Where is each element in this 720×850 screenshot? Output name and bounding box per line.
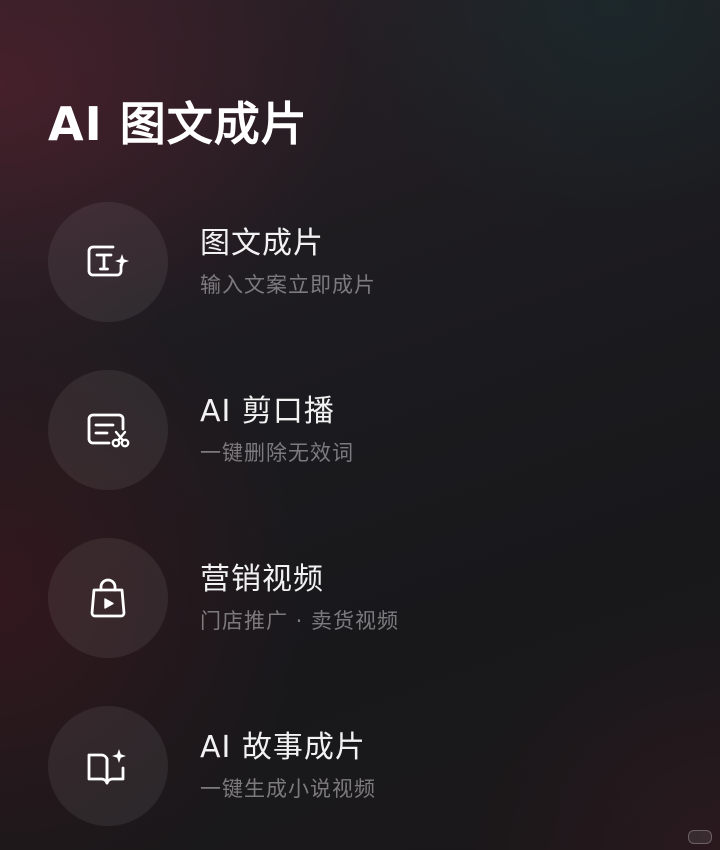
menu-item-subtitle: 输入文案立即成片 — [200, 273, 376, 297]
menu-item-text: AI 剪口播 一键删除无效词 — [200, 392, 354, 468]
menu-item-marketing-video[interactable]: 营销视频 门店推广 · 卖货视频 — [48, 538, 668, 658]
menu-item-ai-script-cut[interactable]: AI 剪口播 一键删除无效词 — [48, 370, 668, 490]
menu-item-text: 营销视频 门店推广 · 卖货视频 — [200, 560, 399, 636]
menu-item-subtitle: 一键删除无效词 — [200, 441, 354, 465]
icon-circle[interactable] — [48, 538, 168, 658]
shopping-bag-play-icon — [90, 578, 126, 618]
script-cut-icon — [87, 413, 130, 448]
menu-item-text-to-video[interactable]: 图文成片 输入文案立即成片 — [48, 202, 668, 322]
menu-item-text: 图文成片 输入文案立即成片 — [200, 224, 376, 300]
book-sparkle-icon — [87, 749, 126, 785]
icon-circle[interactable] — [48, 202, 168, 322]
menu-item-title: 图文成片 — [200, 226, 324, 261]
menu-item-subtitle: 门店推广 · 卖货视频 — [200, 609, 400, 633]
icon-circle[interactable] — [48, 370, 168, 490]
menu-item-title: AI 故事成片 — [200, 730, 366, 765]
watermark-badge — [688, 830, 712, 844]
page-title: AI 图文成片 — [48, 97, 308, 151]
menu-item-title: 营销视频 — [200, 562, 324, 597]
text-to-video-icon — [87, 245, 129, 277]
menu-item-text: AI 故事成片 一键生成小说视频 — [200, 728, 376, 804]
icon-circle[interactable] — [48, 706, 168, 826]
menu-item-title: AI 剪口播 — [200, 394, 335, 429]
menu-item-subtitle: 一键生成小说视频 — [200, 777, 376, 801]
menu-item-ai-story-video[interactable]: AI 故事成片 一键生成小说视频 — [48, 706, 668, 826]
